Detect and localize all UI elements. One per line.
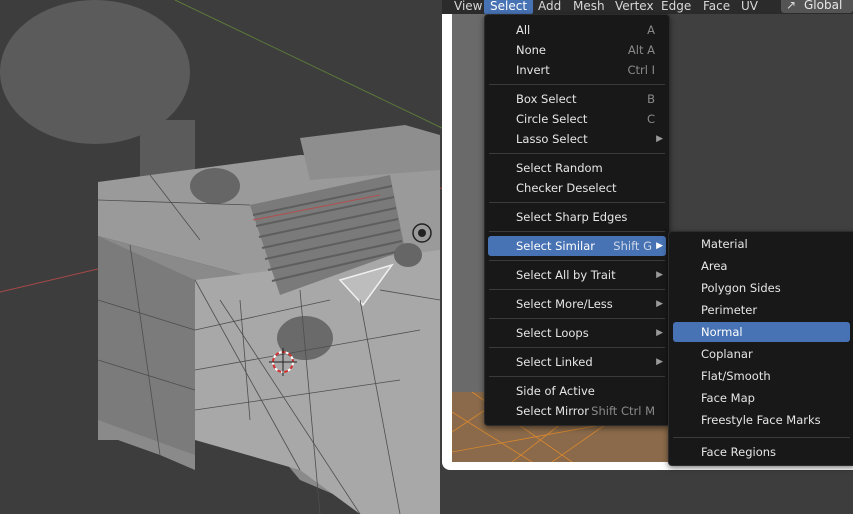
menu-item-shortcut: Shift Ctrl M bbox=[591, 404, 655, 418]
menu-item-label: Box Select bbox=[516, 92, 577, 106]
menu-separator bbox=[489, 231, 665, 232]
submenu-item-label: Flat/Smooth bbox=[701, 369, 771, 383]
menu-view[interactable]: View bbox=[448, 0, 488, 14]
select-similar-submenu: Material Area Polygon Sides Perimeter Normal… bbox=[668, 231, 853, 466]
menu-item-all[interactable]: All A bbox=[485, 20, 669, 40]
menu-separator bbox=[489, 289, 665, 290]
menu-item-select-random[interactable]: Select Random bbox=[485, 158, 669, 178]
transform-orientation-icon: ↗ bbox=[786, 0, 797, 12]
menu-separator bbox=[489, 318, 665, 319]
menu-item-label: Select More/Less bbox=[516, 297, 613, 311]
menu-item-circle-select[interactable]: Circle Select C bbox=[485, 109, 669, 129]
submenu-arrow-icon: ▶ bbox=[656, 241, 663, 251]
orientation-label: Global bbox=[804, 0, 843, 12]
menu-item-shortcut: C bbox=[646, 112, 655, 126]
menu-item-select-similar[interactable]: Select Similar Shift G ▶ bbox=[488, 236, 666, 256]
submenu-item-label: Face Regions bbox=[701, 445, 777, 459]
submenu-item-label: Coplanar bbox=[701, 347, 753, 361]
menu-item-label: Select Sharp Edges bbox=[516, 210, 628, 224]
submenu-arrow-icon: ▶ bbox=[656, 299, 663, 309]
menu-item-select-all-by-trait[interactable]: Select All by Trait ▶ bbox=[485, 265, 669, 285]
submenu-item-polygon-sides[interactable]: Polygon Sides bbox=[669, 278, 853, 298]
menu-add[interactable]: Add bbox=[532, 0, 567, 14]
menu-item-label: Select All by Trait bbox=[516, 268, 616, 282]
menu-item-label: Select Similar bbox=[516, 239, 595, 253]
menu-separator bbox=[489, 376, 665, 377]
submenu-arrow-icon: ▶ bbox=[656, 357, 663, 367]
menu-item-select-mirror[interactable]: Select Mirror Shift Ctrl M bbox=[485, 401, 669, 421]
menu-item-label: None bbox=[516, 43, 547, 57]
submenu-item-area[interactable]: Area bbox=[669, 256, 853, 276]
menu-item-label: Select Mirror bbox=[516, 404, 590, 418]
submenu-item-label: Perimeter bbox=[701, 303, 758, 317]
menu-item-none[interactable]: None Alt A bbox=[485, 40, 669, 60]
menu-item-label: Select Random bbox=[516, 161, 603, 175]
menu-face[interactable]: Face bbox=[697, 0, 736, 14]
submenu-item-face-regions[interactable]: Face Regions bbox=[669, 442, 853, 462]
submenu-item-flat-smooth[interactable]: Flat/Smooth bbox=[669, 366, 853, 386]
menu-select[interactable]: Select bbox=[484, 0, 534, 14]
menu-item-label: Select Linked bbox=[516, 355, 593, 369]
menu-uv[interactable]: UV bbox=[735, 0, 764, 14]
menu-item-select-linked[interactable]: Select Linked ▶ bbox=[485, 352, 669, 372]
menu-item-shortcut: A bbox=[647, 23, 655, 37]
menu-item-lasso-select[interactable]: Lasso Select ▶ bbox=[485, 129, 669, 149]
submenu-item-label: Normal bbox=[701, 325, 743, 339]
menu-vertex[interactable]: Vertex bbox=[609, 0, 660, 14]
submenu-item-perimeter[interactable]: Perimeter bbox=[669, 300, 853, 320]
menu-item-label: Lasso Select bbox=[516, 132, 588, 146]
menu-mesh[interactable]: Mesh bbox=[567, 0, 611, 14]
menu-item-shortcut: Shift G bbox=[613, 239, 652, 253]
menu-item-label: Side of Active bbox=[516, 384, 595, 398]
menu-separator bbox=[489, 347, 665, 348]
select-menu: All A None Alt A Invert Ctrl I Box Select B Circ… bbox=[484, 14, 670, 426]
menu-item-label: Circle Select bbox=[516, 112, 588, 126]
submenu-item-label: Freestyle Face Marks bbox=[701, 413, 821, 427]
menu-item-shortcut: Ctrl I bbox=[627, 63, 655, 77]
menu-item-label: Checker Deselect bbox=[516, 181, 617, 195]
menu-item-invert[interactable]: Invert Ctrl I bbox=[485, 60, 669, 80]
menu-item-select-sharp-edges[interactable]: Select Sharp Edges bbox=[485, 207, 669, 227]
submenu-item-material[interactable]: Material bbox=[669, 234, 853, 254]
submenu-item-label: Material bbox=[701, 237, 748, 251]
menu-separator bbox=[673, 437, 850, 438]
menu-item-side-of-active[interactable]: Side of Active bbox=[485, 381, 669, 401]
submenu-arrow-icon: ▶ bbox=[656, 270, 663, 280]
submenu-item-normal[interactable]: Normal bbox=[673, 322, 850, 342]
submenu-item-label: Face Map bbox=[701, 391, 755, 405]
submenu-item-freestyle-face-marks[interactable]: Freestyle Face Marks bbox=[669, 410, 853, 430]
menu-item-select-loops[interactable]: Select Loops ▶ bbox=[485, 323, 669, 343]
menu-separator bbox=[489, 260, 665, 261]
menu-separator bbox=[489, 84, 665, 85]
menu-item-shortcut: B bbox=[647, 92, 655, 106]
submenu-item-face-map[interactable]: Face Map bbox=[669, 388, 853, 408]
menu-item-label: Invert bbox=[516, 63, 550, 77]
submenu-arrow-icon: ▶ bbox=[656, 328, 663, 338]
submenu-item-coplanar[interactable]: Coplanar bbox=[669, 344, 853, 364]
menu-item-label: Select Loops bbox=[516, 326, 589, 340]
menu-item-checker-deselect[interactable]: Checker Deselect bbox=[485, 178, 669, 198]
submenu-item-label: Polygon Sides bbox=[701, 281, 781, 295]
menu-item-select-more-less[interactable]: Select More/Less ▶ bbox=[485, 294, 669, 314]
submenu-arrow-icon: ▶ bbox=[656, 134, 663, 144]
menu-separator bbox=[489, 202, 665, 203]
transform-orientation-dropdown[interactable]: ↗ Global bbox=[781, 0, 853, 13]
menu-item-label: All bbox=[516, 23, 531, 37]
menu-item-shortcut: Alt A bbox=[627, 43, 655, 57]
menu-separator bbox=[489, 153, 665, 154]
menu-item-box-select[interactable]: Box Select B bbox=[485, 89, 669, 109]
menu-edge[interactable]: Edge bbox=[655, 0, 697, 14]
submenu-item-label: Area bbox=[701, 259, 728, 273]
